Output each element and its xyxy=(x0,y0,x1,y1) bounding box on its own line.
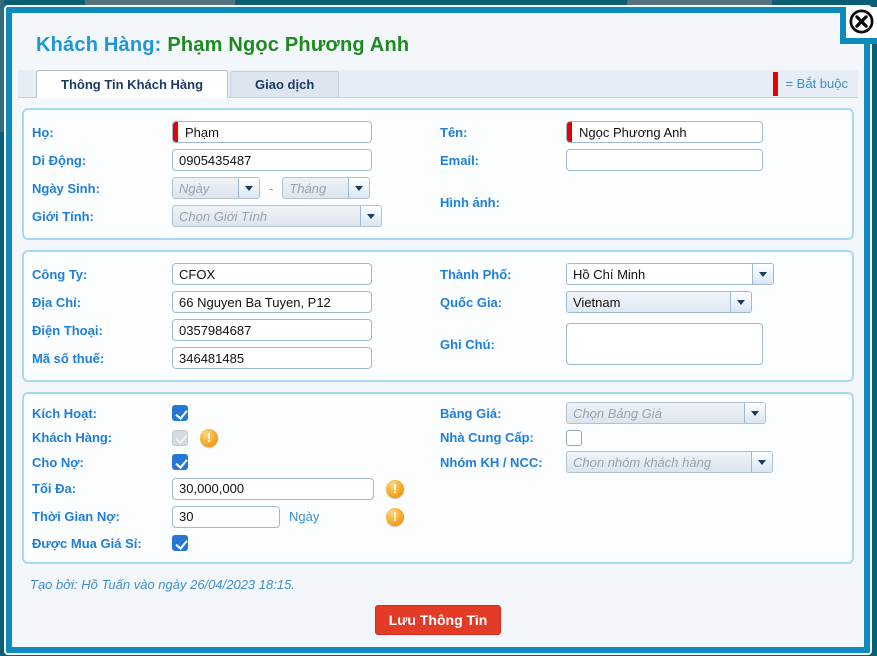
chevron-down-icon xyxy=(744,403,765,423)
city-label: Thành Phố: xyxy=(440,267,566,282)
address-label: Địa Chỉ: xyxy=(32,295,172,310)
is-customer-checkbox xyxy=(172,430,188,446)
active-label: Kích Hoạt: xyxy=(32,406,172,421)
lastname-label: Họ: xyxy=(32,125,172,140)
country-select[interactable]: Vietnam xyxy=(566,291,752,313)
max-debt-label: Tối Đa: xyxy=(32,481,172,496)
company-label: Công Ty: xyxy=(32,267,172,282)
customer-name: Phạm Ngọc Phương Anh xyxy=(167,34,409,56)
background-page-remnant xyxy=(85,0,235,5)
required-field-wrapper xyxy=(172,121,372,143)
group-label: Nhóm KH / NCC: xyxy=(440,455,566,470)
title-label: Khách Hàng: xyxy=(36,34,162,56)
required-legend: = Bắt buộc xyxy=(773,70,848,97)
wholesale-label: Được Mua Giá Sỉ: xyxy=(32,536,172,551)
save-button[interactable]: Lưu Thông Tin xyxy=(375,605,502,635)
tab-bar: Thông Tin Khách Hàng Giao dịch = Bắt buộ… xyxy=(18,70,858,98)
required-legend-text: = Bắt buộc xyxy=(785,76,848,91)
date-separator: - xyxy=(269,181,273,196)
is-supplier-checkbox[interactable] xyxy=(566,430,582,446)
tab-customer-info[interactable]: Thông Tin Khách Hàng xyxy=(36,70,228,98)
email-input[interactable] xyxy=(566,149,763,171)
birth-day-select[interactable]: Ngày xyxy=(172,177,260,199)
phone-label: Điện Thoại: xyxy=(32,323,172,338)
required-marker-icon xyxy=(773,72,778,96)
required-field-wrapper xyxy=(566,121,763,143)
is-customer-label: Khách Hàng: xyxy=(32,430,172,445)
birthdate-label: Ngày Sinh: xyxy=(32,181,172,196)
created-by-note: Tạo bởi: Hồ Tuấn vào ngày 26/04/2023 18:… xyxy=(30,577,864,592)
pricelist-select[interactable]: Chọn Bảng Giá xyxy=(566,402,766,424)
lastname-input[interactable] xyxy=(172,121,372,143)
group-select[interactable]: Chọn nhóm khách hàng xyxy=(566,451,773,473)
notes-textarea[interactable] xyxy=(566,323,763,365)
mobile-label: Di Động: xyxy=(32,153,172,168)
image-label: Hình ảnh: xyxy=(440,195,566,210)
close-icon xyxy=(849,9,874,34)
chevron-down-icon xyxy=(730,292,751,312)
phone-input[interactable] xyxy=(172,319,372,341)
warning-icon[interactable]: ! xyxy=(386,508,404,526)
firstname-input[interactable] xyxy=(566,121,763,143)
allow-debt-checkbox[interactable] xyxy=(172,454,188,470)
chevron-down-icon xyxy=(751,452,772,472)
chevron-down-icon xyxy=(360,206,381,226)
mobile-input[interactable] xyxy=(172,149,372,171)
email-label: Email: xyxy=(440,153,566,168)
background-page-remnant xyxy=(627,0,772,5)
close-button[interactable] xyxy=(840,7,877,44)
taxcode-input[interactable] xyxy=(172,347,372,369)
gender-select[interactable]: Chọn Giới Tính xyxy=(172,205,382,227)
button-row: Lưu Thông Tin xyxy=(12,605,864,635)
warning-icon[interactable]: ! xyxy=(200,429,218,447)
section-identity: Họ: Tên: Di Động: Email: Ngày Sinh: Ngày… xyxy=(22,108,854,240)
active-checkbox[interactable] xyxy=(172,405,188,421)
taxcode-label: Mã số thuế: xyxy=(32,351,172,366)
page-title: Khách Hàng: Phạm Ngọc Phương Anh xyxy=(36,34,864,57)
chevron-down-icon xyxy=(752,264,773,284)
is-supplier-label: Nhà Cung Cấp: xyxy=(440,430,566,445)
customer-modal: Khách Hàng: Phạm Ngọc Phương Anh Thông T… xyxy=(6,7,870,653)
gender-label: Giới Tính: xyxy=(32,209,172,224)
company-input[interactable] xyxy=(172,263,372,285)
tab-transactions[interactable]: Giao dịch xyxy=(230,71,339,97)
debt-days-input[interactable] xyxy=(172,506,280,528)
debt-days-label: Thời Gian Nợ: xyxy=(32,509,172,524)
country-label: Quốc Gia: xyxy=(440,295,566,310)
max-debt-input[interactable] xyxy=(172,478,374,500)
firstname-label: Tên: xyxy=(440,125,566,140)
city-select[interactable]: Hồ Chí Minh xyxy=(566,263,774,285)
pricelist-label: Bảng Giá: xyxy=(440,406,566,421)
section-settings: Kích Hoạt: Bảng Giá: Chọn Bảng Giá Khách… xyxy=(22,392,854,564)
allow-debt-label: Cho Nợ: xyxy=(32,455,172,470)
debt-days-unit: Ngày xyxy=(289,509,319,524)
background-scrollbar-remnant xyxy=(0,0,4,132)
section-company: Công Ty: Thành Phố: Hồ Chí Minh Địa Chỉ:… xyxy=(22,250,854,382)
warning-icon[interactable]: ! xyxy=(386,480,404,498)
chevron-down-icon xyxy=(238,178,259,198)
notes-label: Ghi Chú: xyxy=(440,337,566,352)
chevron-down-icon xyxy=(348,178,369,198)
address-input[interactable] xyxy=(172,291,372,313)
wholesale-checkbox[interactable] xyxy=(172,535,188,551)
birth-month-select[interactable]: Tháng xyxy=(282,177,370,199)
